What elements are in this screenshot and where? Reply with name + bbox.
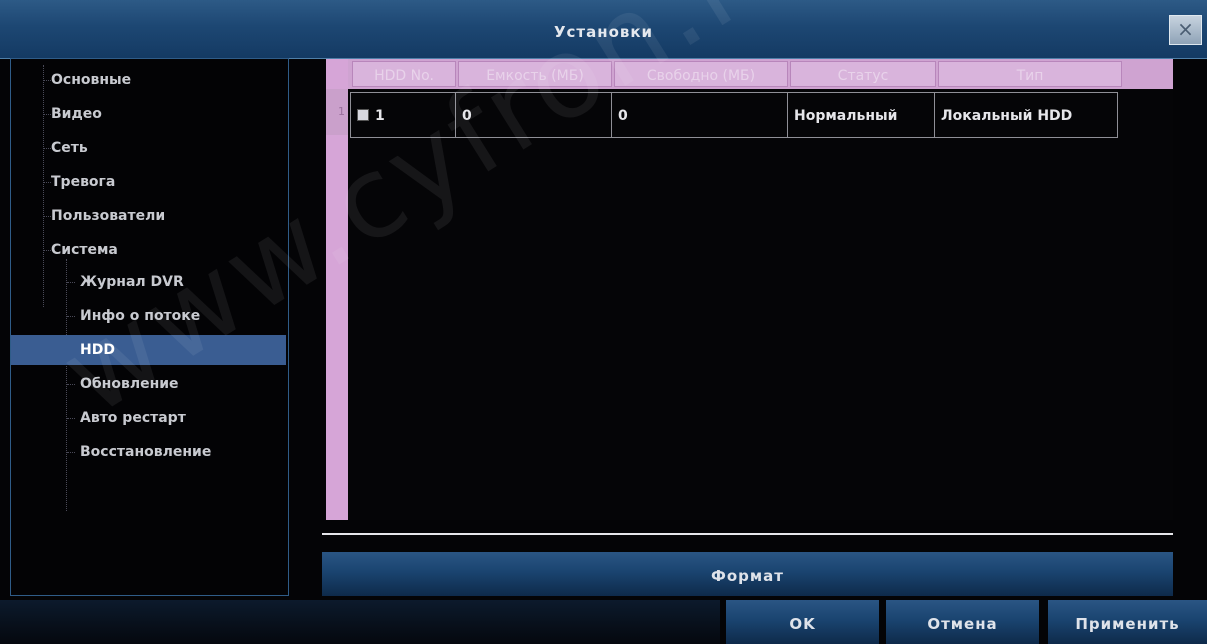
- tree-item-label: Инфо о потоке: [80, 308, 201, 324]
- close-button[interactable]: ×: [1169, 15, 1202, 45]
- tree-item-update[interactable]: Обновление: [67, 369, 179, 399]
- row-checkbox[interactable]: [357, 108, 369, 121]
- row-gutter: 1: [326, 59, 348, 520]
- tree-item-users[interactable]: Пользователи: [43, 201, 166, 231]
- tree-item-label: Система: [51, 242, 118, 258]
- tree-item-alarm[interactable]: Тревога: [43, 167, 116, 197]
- table-header: HDD No. Емкость (МБ) Свободно (МБ) Стату…: [348, 59, 1173, 89]
- tree-item-label: Обновление: [80, 376, 179, 392]
- column-header-hdd-no[interactable]: HDD No.: [352, 61, 456, 87]
- tree-item-stream-info[interactable]: Инфо о потоке: [67, 301, 200, 331]
- column-header-free[interactable]: Свободно (МБ): [614, 61, 788, 87]
- settings-tree: Основные Видео Сеть Тревога Пользователи…: [10, 58, 289, 596]
- column-header-type[interactable]: Тип: [938, 61, 1122, 87]
- hdd-table: 1 HDD No. Емкость (МБ) Свободно (МБ) Ста…: [326, 59, 1173, 520]
- tree-item-network[interactable]: Сеть: [43, 133, 88, 163]
- row-number: 1: [326, 89, 348, 135]
- tree-item-dvr-log[interactable]: Журнал DVR: [67, 267, 184, 297]
- tree-item-system[interactable]: Система: [43, 235, 118, 265]
- tree-item-label: Авто рестарт: [80, 410, 186, 426]
- apply-button[interactable]: Применить: [1048, 600, 1207, 644]
- tree-item-video[interactable]: Видео: [43, 99, 102, 129]
- cell-hdd-no: 1: [350, 92, 456, 138]
- hdd-no-value: 1: [375, 108, 385, 124]
- column-header-capacity[interactable]: Емкость (МБ): [458, 61, 612, 87]
- tree-item-label: Пользователи: [51, 208, 166, 224]
- tree-item-label: Сеть: [51, 140, 88, 156]
- bottom-bar: [0, 600, 720, 644]
- tree-item-label: Основные: [51, 72, 132, 88]
- tree-item-hdd[interactable]: HDD: [11, 335, 286, 365]
- tree-item-label: Журнал DVR: [80, 274, 184, 290]
- format-button[interactable]: Формат: [322, 552, 1173, 596]
- tree-item-label: Восстановление: [80, 444, 212, 460]
- tree-item-auto-restart[interactable]: Авто рестарт: [67, 403, 186, 433]
- cancel-button[interactable]: Отмена: [886, 600, 1039, 644]
- tree-item-restore[interactable]: Восстановление: [67, 437, 211, 467]
- cell-status: Нормальный: [787, 92, 935, 138]
- cell-capacity: 0: [455, 92, 612, 138]
- title-bar: Установки ×: [0, 0, 1207, 59]
- tree-item-label: HDD: [80, 342, 115, 358]
- tree-item-label: Тревога: [51, 174, 116, 190]
- cell-free: 0: [611, 92, 788, 138]
- settings-window: Установки × Основные Видео Сеть Тревога …: [0, 0, 1207, 644]
- separator: [322, 533, 1173, 535]
- cell-type: Локальный HDD: [934, 92, 1118, 138]
- tree-item-basic[interactable]: Основные: [43, 65, 132, 95]
- close-icon: ×: [1177, 17, 1194, 41]
- column-header-status[interactable]: Статус: [790, 61, 936, 87]
- ok-button[interactable]: OK: [726, 600, 879, 644]
- window-title: Установки: [553, 23, 654, 41]
- tree-item-label: Видео: [51, 106, 102, 122]
- tree-connector: [43, 65, 44, 307]
